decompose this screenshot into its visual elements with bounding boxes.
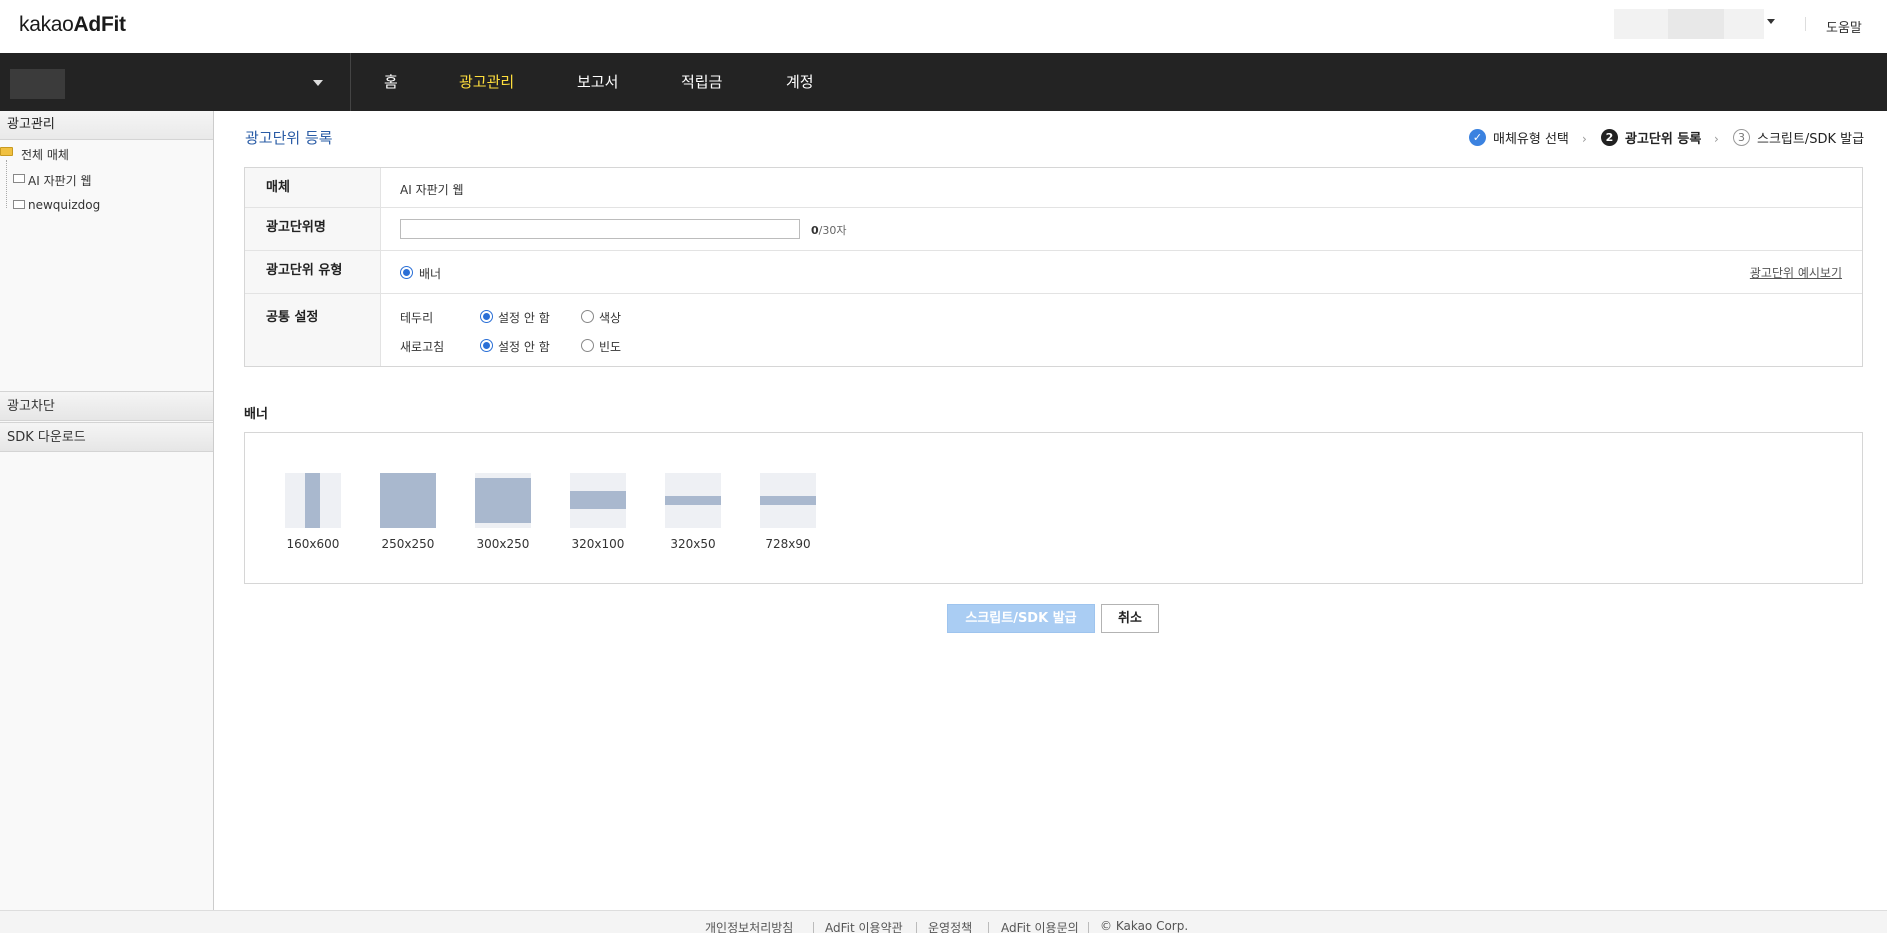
form-label: 공통 설정 xyxy=(245,294,381,366)
banner-thumb-160x600[interactable] xyxy=(285,473,341,528)
chevron-right-icon: › xyxy=(1714,132,1719,146)
char-counter: 0/30자 xyxy=(811,224,847,237)
form-label: 광고단위 유형 xyxy=(245,251,381,293)
main-nav: 홈 광고관리 보고서 적립금 계정 xyxy=(0,53,1887,111)
radio-label[interactable]: 설정 안 함 xyxy=(498,309,550,326)
banner-size-list: 160x600 250x250 300x250 320x100 320x50 7… xyxy=(244,432,1863,584)
step-2-number-icon: 2 xyxy=(1601,129,1618,146)
banner-thumb-320x50[interactable] xyxy=(665,473,721,528)
form-row-unit-type: 광고단위 유형 배너 광고단위 예시보기 xyxy=(245,251,1862,294)
radio-border-color[interactable] xyxy=(581,310,594,323)
caret-down-icon[interactable] xyxy=(313,80,323,86)
banner-size-label[interactable]: 160x600 xyxy=(273,537,353,551)
banner-size-label[interactable]: 250x250 xyxy=(368,537,448,551)
account-selector[interactable] xyxy=(1614,9,1764,39)
media-selector[interactable] xyxy=(0,53,351,111)
banner-thumb-728x90[interactable] xyxy=(760,473,816,528)
sidebar-header[interactable]: 광고관리 xyxy=(0,111,213,140)
check-icon: ✓ xyxy=(1469,129,1486,146)
cancel-button[interactable]: 취소 xyxy=(1101,604,1159,633)
divider xyxy=(1088,922,1089,933)
radio-label[interactable]: 색상 xyxy=(599,309,621,326)
sidebar: 광고관리 xyxy=(0,111,214,911)
footer-link-privacy[interactable]: 개인정보처리방침 xyxy=(705,919,793,933)
banner-thumb-250x250[interactable] xyxy=(380,473,436,528)
ad-unit-example-link[interactable]: 광고단위 예시보기 xyxy=(1750,264,1842,281)
footer-copyright: © Kakao Corp. xyxy=(1100,919,1189,933)
tree-root[interactable]: 전체 매체 xyxy=(21,146,69,163)
banner-section-title: 배너 xyxy=(244,407,268,422)
radio-refresh-none[interactable] xyxy=(480,339,493,352)
ad-unit-form: 매체 AI 자판기 웹 광고단위명 0/30자 광고단위 유형 배너 광고단위 … xyxy=(244,167,1863,367)
top-header: kakaoAdFit 도움말 xyxy=(0,0,1887,53)
footer-link-policy[interactable]: 운영정책 xyxy=(928,919,972,933)
nav-account[interactable]: 계정 xyxy=(786,53,814,111)
divider xyxy=(988,922,989,933)
radio-label[interactable]: 빈도 xyxy=(599,338,621,355)
banner-size-label[interactable]: 300x250 xyxy=(463,537,543,551)
banner-shape xyxy=(475,478,531,523)
refresh-label: 새로고침 xyxy=(400,340,445,354)
banner-shape xyxy=(570,491,626,509)
form-row-media: 매체 AI 자판기 웹 xyxy=(245,168,1862,208)
radio-banner[interactable] xyxy=(400,266,413,279)
media-name-placeholder xyxy=(10,69,65,99)
unit-name-input[interactable] xyxy=(400,219,800,239)
footer-link-terms[interactable]: AdFit 이용약관 xyxy=(825,919,903,933)
banner-shape xyxy=(380,473,436,528)
folder-icon xyxy=(13,200,25,209)
nav-home[interactable]: 홈 xyxy=(384,53,398,111)
banner-shape xyxy=(305,473,320,528)
border-label: 테두리 xyxy=(400,311,434,325)
radio-label[interactable]: 배너 xyxy=(419,265,441,282)
nav-ad-management[interactable]: 광고관리 xyxy=(459,53,514,111)
banner-size-label[interactable]: 320x100 xyxy=(558,537,638,551)
media-value: AI 자판기 웹 xyxy=(400,183,464,197)
account-name-placeholder xyxy=(1668,9,1724,39)
caret-down-icon[interactable] xyxy=(1767,19,1775,24)
radio-label[interactable]: 설정 안 함 xyxy=(498,338,550,355)
banner-shape xyxy=(665,496,721,505)
chevron-right-icon: › xyxy=(1582,132,1587,146)
sidebar-section-ad-block[interactable]: 광고차단 xyxy=(0,391,213,421)
banner-size-label[interactable]: 320x50 xyxy=(653,537,733,551)
nav-reports[interactable]: 보고서 xyxy=(577,53,618,111)
banner-size-label[interactable]: 728x90 xyxy=(748,537,828,551)
banner-thumb-300x250[interactable] xyxy=(475,473,531,528)
nav-credits[interactable]: 적립금 xyxy=(681,53,722,111)
footer: 개인정보처리방침 AdFit 이용약관 운영정책 AdFit 이용문의 © Ka… xyxy=(0,910,1887,933)
footer-link-contact[interactable]: AdFit 이용문의 xyxy=(1001,919,1079,933)
step-2-label: 광고단위 등록 xyxy=(1625,132,1702,147)
divider xyxy=(1805,17,1806,31)
banner-thumb-320x100[interactable] xyxy=(570,473,626,528)
tree-connector xyxy=(6,160,7,208)
form-label: 매체 xyxy=(245,168,381,207)
radio-refresh-frequency[interactable] xyxy=(581,339,594,352)
kakao-adfit-logo[interactable]: kakaoAdFit xyxy=(19,13,126,37)
step-3-label: 스크립트/SDK 발급 xyxy=(1757,132,1865,147)
form-label: 광고단위명 xyxy=(245,208,381,250)
divider xyxy=(916,922,917,933)
divider xyxy=(813,922,814,933)
page-title: 광고단위 등록 xyxy=(245,129,333,147)
issue-script-sdk-button[interactable]: 스크립트/SDK 발급 xyxy=(947,604,1095,633)
step-3-number-icon: 3 xyxy=(1733,129,1750,146)
step-1-label: 매체유형 선택 xyxy=(1493,132,1569,147)
tree-item-media[interactable]: newquizdog xyxy=(28,198,100,212)
banner-shape xyxy=(760,496,816,505)
help-link[interactable]: 도움말 xyxy=(1826,17,1862,36)
form-row-unit-name: 광고단위명 0/30자 xyxy=(245,208,1862,251)
sidebar-section-sdk-download[interactable]: SDK 다운로드 xyxy=(0,422,213,452)
radio-border-none[interactable] xyxy=(480,310,493,323)
form-row-common-settings: 공통 설정 테두리 설정 안 함 색상 새로고침 설정 안 함 빈도 xyxy=(245,294,1862,366)
open-folder-icon xyxy=(0,147,13,156)
folder-icon xyxy=(13,174,25,183)
tree-item-media[interactable]: AI 자판기 웹 xyxy=(28,172,92,189)
